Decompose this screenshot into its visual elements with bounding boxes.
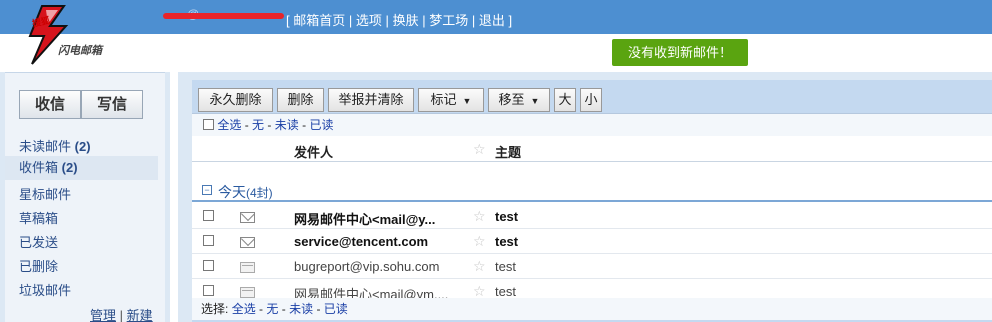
- logo[interactable]: 搜狐 闪电邮箱: [0, 0, 150, 70]
- select-read-link[interactable]: 已读: [324, 302, 348, 316]
- report-clear-button[interactable]: 举报并清除: [328, 88, 414, 112]
- nav-skin[interactable]: 换肤: [393, 13, 419, 28]
- select-all-link[interactable]: 全选: [217, 118, 241, 132]
- caret-down-icon: ▼: [462, 96, 472, 106]
- select-all-checkbox[interactable]: [203, 119, 214, 130]
- message-sender[interactable]: bugreport@vip.sohu.com: [294, 259, 464, 274]
- top-nav: [ 邮箱首页 | 选项 | 换肤 | 梦工场 | 退出 ]: [286, 13, 513, 28]
- envelope-closed-icon: [240, 237, 255, 248]
- message-subject[interactable]: test: [495, 234, 518, 249]
- redaction-mark: [163, 13, 284, 19]
- folder-drafts[interactable]: 草稿箱: [19, 208, 58, 227]
- column-header: 发件人 ☆ 主题: [192, 136, 992, 162]
- table-row[interactable]: 网易邮件中心<mail@y... ☆ test: [192, 204, 992, 229]
- folder-starred[interactable]: 星标邮件: [19, 184, 71, 203]
- large-font-button[interactable]: 大: [554, 88, 576, 112]
- nav-dreamworks[interactable]: 梦工场: [429, 13, 468, 28]
- select-read-link[interactable]: 已读: [309, 118, 333, 132]
- row-checkbox[interactable]: [203, 210, 214, 221]
- main-area: 永久删除 删除 举报并清除 标记 ▼ 移至 ▼ 大 小 全选 - 无 - 未读 -: [178, 72, 992, 322]
- message-sender[interactable]: 网易邮件中心<mail@y...: [294, 209, 464, 228]
- permanent-delete-button[interactable]: 永久删除: [198, 88, 273, 112]
- table-row[interactable]: service@tencent.com ☆ test: [192, 229, 992, 254]
- user-email: @: [163, 7, 284, 25]
- table-row[interactable]: bugreport@vip.sohu.com ☆ test: [192, 254, 992, 279]
- webmail-page: 搜狐 闪电邮箱 @ [ 邮箱首页 | 选项 | 换肤 | 梦工场 | 退出 ] …: [0, 0, 992, 322]
- row-checkbox[interactable]: [203, 285, 214, 296]
- star-outline-icon[interactable]: ☆: [473, 258, 486, 275]
- star-outline-icon[interactable]: ☆: [473, 233, 486, 250]
- mark-dropdown[interactable]: 标记 ▼: [418, 88, 484, 112]
- select-all-link[interactable]: 全选: [232, 302, 256, 316]
- sidebar-panel: 收信 写信 未读邮件 (2) 收件箱 (2) 星标邮件 草稿箱 已发送 已删除 …: [5, 72, 165, 322]
- star-outline-icon[interactable]: ☆: [473, 208, 486, 225]
- bottom-select-bar: 选择: 全选 - 无 - 未读 - 已读: [192, 298, 992, 320]
- logo-text: 闪电邮箱: [58, 45, 102, 57]
- row-checkbox[interactable]: [203, 235, 214, 246]
- collapse-minus-icon[interactable]: −: [202, 185, 212, 195]
- new-folder-link[interactable]: 新建: [127, 308, 153, 322]
- folder-sent[interactable]: 已发送: [19, 232, 58, 251]
- star-outline-icon[interactable]: ☆: [473, 141, 486, 158]
- envelope-closed-icon: [240, 212, 255, 223]
- toolbar: 永久删除 删除 举报并清除 标记 ▼ 移至 ▼ 大 小: [192, 80, 992, 114]
- manage-folders-link[interactable]: 管理: [90, 308, 116, 322]
- row-checkbox[interactable]: [203, 260, 214, 271]
- select-none-link[interactable]: 无: [252, 118, 264, 132]
- folder-actions: 管理 | 新建: [90, 308, 153, 322]
- folder-unread[interactable]: 未读邮件 (2): [19, 136, 91, 155]
- folder-deleted[interactable]: 已删除: [19, 256, 58, 275]
- envelope-open-icon: [240, 287, 255, 298]
- caret-down-icon: ▼: [530, 96, 540, 106]
- header: 搜狐 闪电邮箱 @ [ 邮箱首页 | 选项 | 换肤 | 梦工场 | 退出 ] …: [0, 0, 992, 70]
- folder-spam[interactable]: 垃圾邮件: [19, 280, 71, 299]
- select-bar: 全选 - 无 - 未读 - 已读: [192, 114, 992, 136]
- nav-options[interactable]: 选项: [356, 13, 382, 28]
- message-subject[interactable]: test: [495, 259, 516, 274]
- envelope-open-icon: [240, 262, 255, 273]
- message-list-panel: 永久删除 删除 举报并清除 标记 ▼ 移至 ▼ 大 小 全选 - 无 - 未读 -: [192, 80, 992, 322]
- receive-button[interactable]: 收信: [19, 90, 81, 119]
- delete-button[interactable]: 删除: [277, 88, 324, 112]
- message-subject[interactable]: test: [495, 284, 516, 299]
- move-to-dropdown[interactable]: 移至 ▼: [488, 88, 550, 112]
- small-font-button[interactable]: 小: [580, 88, 602, 112]
- select-unread-link[interactable]: 未读: [289, 302, 313, 316]
- compose-button[interactable]: 写信: [81, 90, 143, 119]
- folder-inbox[interactable]: 收件箱 (2): [5, 156, 158, 180]
- message-subject[interactable]: test: [495, 209, 518, 224]
- message-sender[interactable]: service@tencent.com: [294, 234, 464, 249]
- nav-logout[interactable]: 退出: [479, 13, 505, 28]
- sender-column-header[interactable]: 发件人: [294, 142, 333, 161]
- sidebar: 收信 写信 未读邮件 (2) 收件箱 (2) 星标邮件 草稿箱 已发送 已删除 …: [0, 72, 170, 322]
- new-mail-notice: 没有收到新邮件！: [612, 39, 748, 66]
- subject-column-header[interactable]: 主题: [495, 142, 521, 161]
- select-none-link[interactable]: 无: [266, 302, 278, 316]
- nav-home[interactable]: 邮箱首页: [293, 13, 345, 28]
- select-unread-link[interactable]: 未读: [275, 118, 299, 132]
- date-group-today[interactable]: − 今天(4封): [192, 178, 992, 202]
